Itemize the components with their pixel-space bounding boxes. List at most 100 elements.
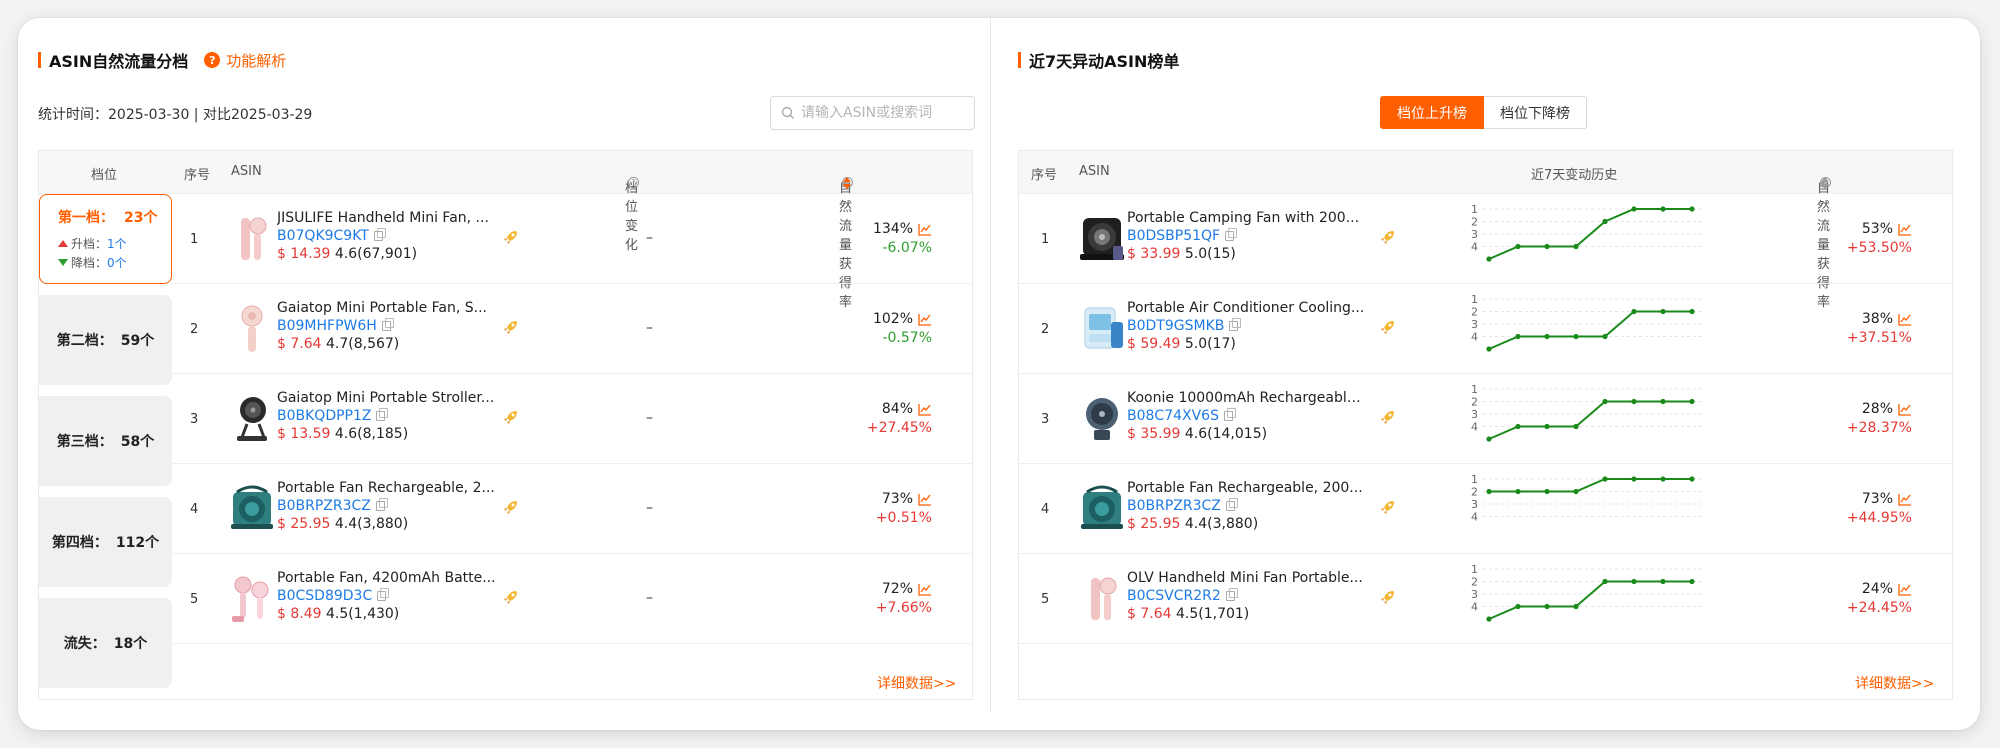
history-chart[interactable]: 1234 (1459, 383, 1709, 448)
right-more-link[interactable]: 详细数据>> (1855, 673, 1934, 693)
history-point[interactable] (1573, 243, 1579, 250)
history-point[interactable] (1515, 333, 1521, 340)
tier-item-2[interactable]: 第二档： 59个 (39, 295, 172, 385)
history-point[interactable] (1544, 333, 1550, 340)
history-point[interactable] (1486, 616, 1492, 622)
copy-icon[interactable] (376, 408, 389, 421)
sort-icon[interactable] (842, 177, 851, 189)
history-point[interactable] (1660, 578, 1666, 585)
product-title[interactable]: Gaiatop Mini Portable Fan, S... (277, 300, 499, 316)
history-point[interactable] (1486, 436, 1492, 442)
history-point[interactable] (1660, 308, 1666, 315)
asin-text[interactable]: B0DT9GSMKB (1127, 318, 1224, 334)
asin-text[interactable]: B0BRPZR3CZ (1127, 498, 1221, 514)
tab-rise[interactable]: 档位上升榜 (1380, 96, 1484, 129)
product-asin-link[interactable]: B09MHFPW6H (277, 318, 394, 334)
trend-chart-icon[interactable] (1898, 403, 1912, 416)
copy-icon[interactable] (375, 498, 388, 511)
copy-icon[interactable] (1223, 408, 1236, 421)
copy-icon[interactable] (373, 228, 386, 241)
asin-text[interactable]: B0CSD89D3C (277, 588, 372, 604)
product-thumbnail[interactable] (227, 482, 277, 536)
history-point[interactable] (1660, 476, 1666, 482)
history-point[interactable] (1689, 398, 1695, 405)
copy-icon[interactable] (381, 318, 394, 331)
tier-item-1[interactable]: 第一档： 23个 升档： 1个 降档： 0个 (39, 194, 172, 284)
history-point[interactable] (1689, 476, 1695, 482)
history-point[interactable] (1544, 603, 1550, 610)
trend-chart-icon[interactable] (918, 583, 932, 596)
trend-chart-icon[interactable] (1898, 493, 1912, 506)
copy-icon[interactable] (1225, 498, 1238, 511)
trend-chart-icon[interactable] (1898, 223, 1912, 236)
help-link[interactable]: ? 功能解析 (204, 50, 286, 71)
history-point[interactable] (1602, 578, 1608, 585)
product-thumbnail[interactable] (227, 302, 277, 356)
product-title[interactable]: Portable Camping Fan with 200... (1127, 210, 1367, 226)
trend-chart-icon[interactable] (918, 223, 932, 236)
asin-text[interactable]: B0BRPZR3CZ (277, 498, 371, 514)
trend-chart-icon[interactable] (918, 313, 932, 326)
asin-text[interactable]: B08C74XV6S (1127, 408, 1219, 424)
down-value[interactable]: 0个 (107, 254, 127, 271)
product-title[interactable]: Gaiatop Mini Portable Stroller... (277, 390, 499, 406)
product-asin-link[interactable]: B0BKQDPP1Z (277, 408, 389, 424)
product-thumbnail[interactable] (227, 212, 277, 266)
history-point[interactable] (1515, 488, 1521, 495)
product-asin-link[interactable]: B0BRPZR3CZ (1127, 498, 1238, 514)
product-thumbnail[interactable] (1077, 572, 1127, 626)
history-point[interactable] (1602, 218, 1608, 225)
asin-text[interactable]: B07QK9C9KT (277, 228, 369, 244)
history-point[interactable] (1689, 308, 1695, 315)
history-point[interactable] (1689, 578, 1695, 585)
history-point[interactable] (1486, 256, 1492, 262)
history-point[interactable] (1631, 398, 1637, 405)
history-point[interactable] (1689, 206, 1695, 212)
product-thumbnail[interactable] (227, 572, 277, 626)
history-point[interactable] (1660, 206, 1666, 212)
product-asin-link[interactable]: B0CSD89D3C (277, 588, 390, 604)
tier-item-3[interactable]: 第三档： 58个 (39, 396, 172, 486)
history-point[interactable] (1573, 423, 1579, 430)
history-point[interactable] (1631, 578, 1637, 585)
product-asin-link[interactable]: B08C74XV6S (1127, 408, 1236, 424)
trend-chart-icon[interactable] (918, 493, 932, 506)
product-title[interactable]: Portable Fan Rechargeable, 2... (277, 480, 499, 496)
product-asin-link[interactable]: B0BRPZR3CZ (277, 498, 388, 514)
copy-icon[interactable] (1225, 228, 1238, 241)
up-value[interactable]: 1个 (107, 235, 127, 252)
product-title[interactable]: OLV Handheld Mini Fan Portable... (1127, 570, 1367, 586)
product-asin-link[interactable]: B0DT9GSMKB (1127, 318, 1242, 334)
history-point[interactable] (1631, 206, 1637, 212)
history-point[interactable] (1544, 243, 1550, 250)
asin-text[interactable]: B09MHFPW6H (277, 318, 377, 334)
history-point[interactable] (1486, 346, 1492, 352)
history-point[interactable] (1602, 398, 1608, 405)
history-chart[interactable]: 1234 (1459, 203, 1709, 268)
trend-chart-icon[interactable] (918, 403, 932, 416)
info-icon[interactable]: ? (628, 177, 639, 188)
product-title[interactable]: Koonie 10000mAh Rechargeable... (1127, 390, 1367, 406)
product-title[interactable]: Portable Air Conditioner Cooling... (1127, 300, 1367, 316)
tier-item-4[interactable]: 第四档： 112个 (39, 497, 172, 587)
search-box[interactable] (770, 96, 975, 130)
history-chart[interactable]: 1234 (1459, 563, 1709, 628)
history-point[interactable] (1486, 488, 1492, 495)
left-more-link[interactable]: 详细数据>> (877, 673, 956, 693)
trend-chart-icon[interactable] (1898, 583, 1912, 596)
product-title[interactable]: Portable Fan Rechargeable, 200... (1127, 480, 1367, 496)
history-point[interactable] (1573, 488, 1579, 495)
history-point[interactable] (1602, 476, 1608, 482)
copy-icon[interactable] (377, 588, 390, 601)
history-point[interactable] (1602, 333, 1608, 340)
product-asin-link[interactable]: B0CSVCR2R2 (1127, 588, 1238, 604)
product-title[interactable]: Portable Fan, 4200mAh Batte... (277, 570, 499, 586)
asin-text[interactable]: B0CSVCR2R2 (1127, 588, 1221, 604)
history-point[interactable] (1660, 398, 1666, 405)
history-point[interactable] (1544, 488, 1550, 495)
asin-text[interactable]: B0BKQDPP1Z (277, 408, 371, 424)
product-thumbnail[interactable] (1077, 212, 1127, 266)
history-point[interactable] (1515, 423, 1521, 430)
copy-icon[interactable] (1225, 588, 1238, 601)
asin-text[interactable]: B0DSBP51QF (1127, 228, 1220, 244)
